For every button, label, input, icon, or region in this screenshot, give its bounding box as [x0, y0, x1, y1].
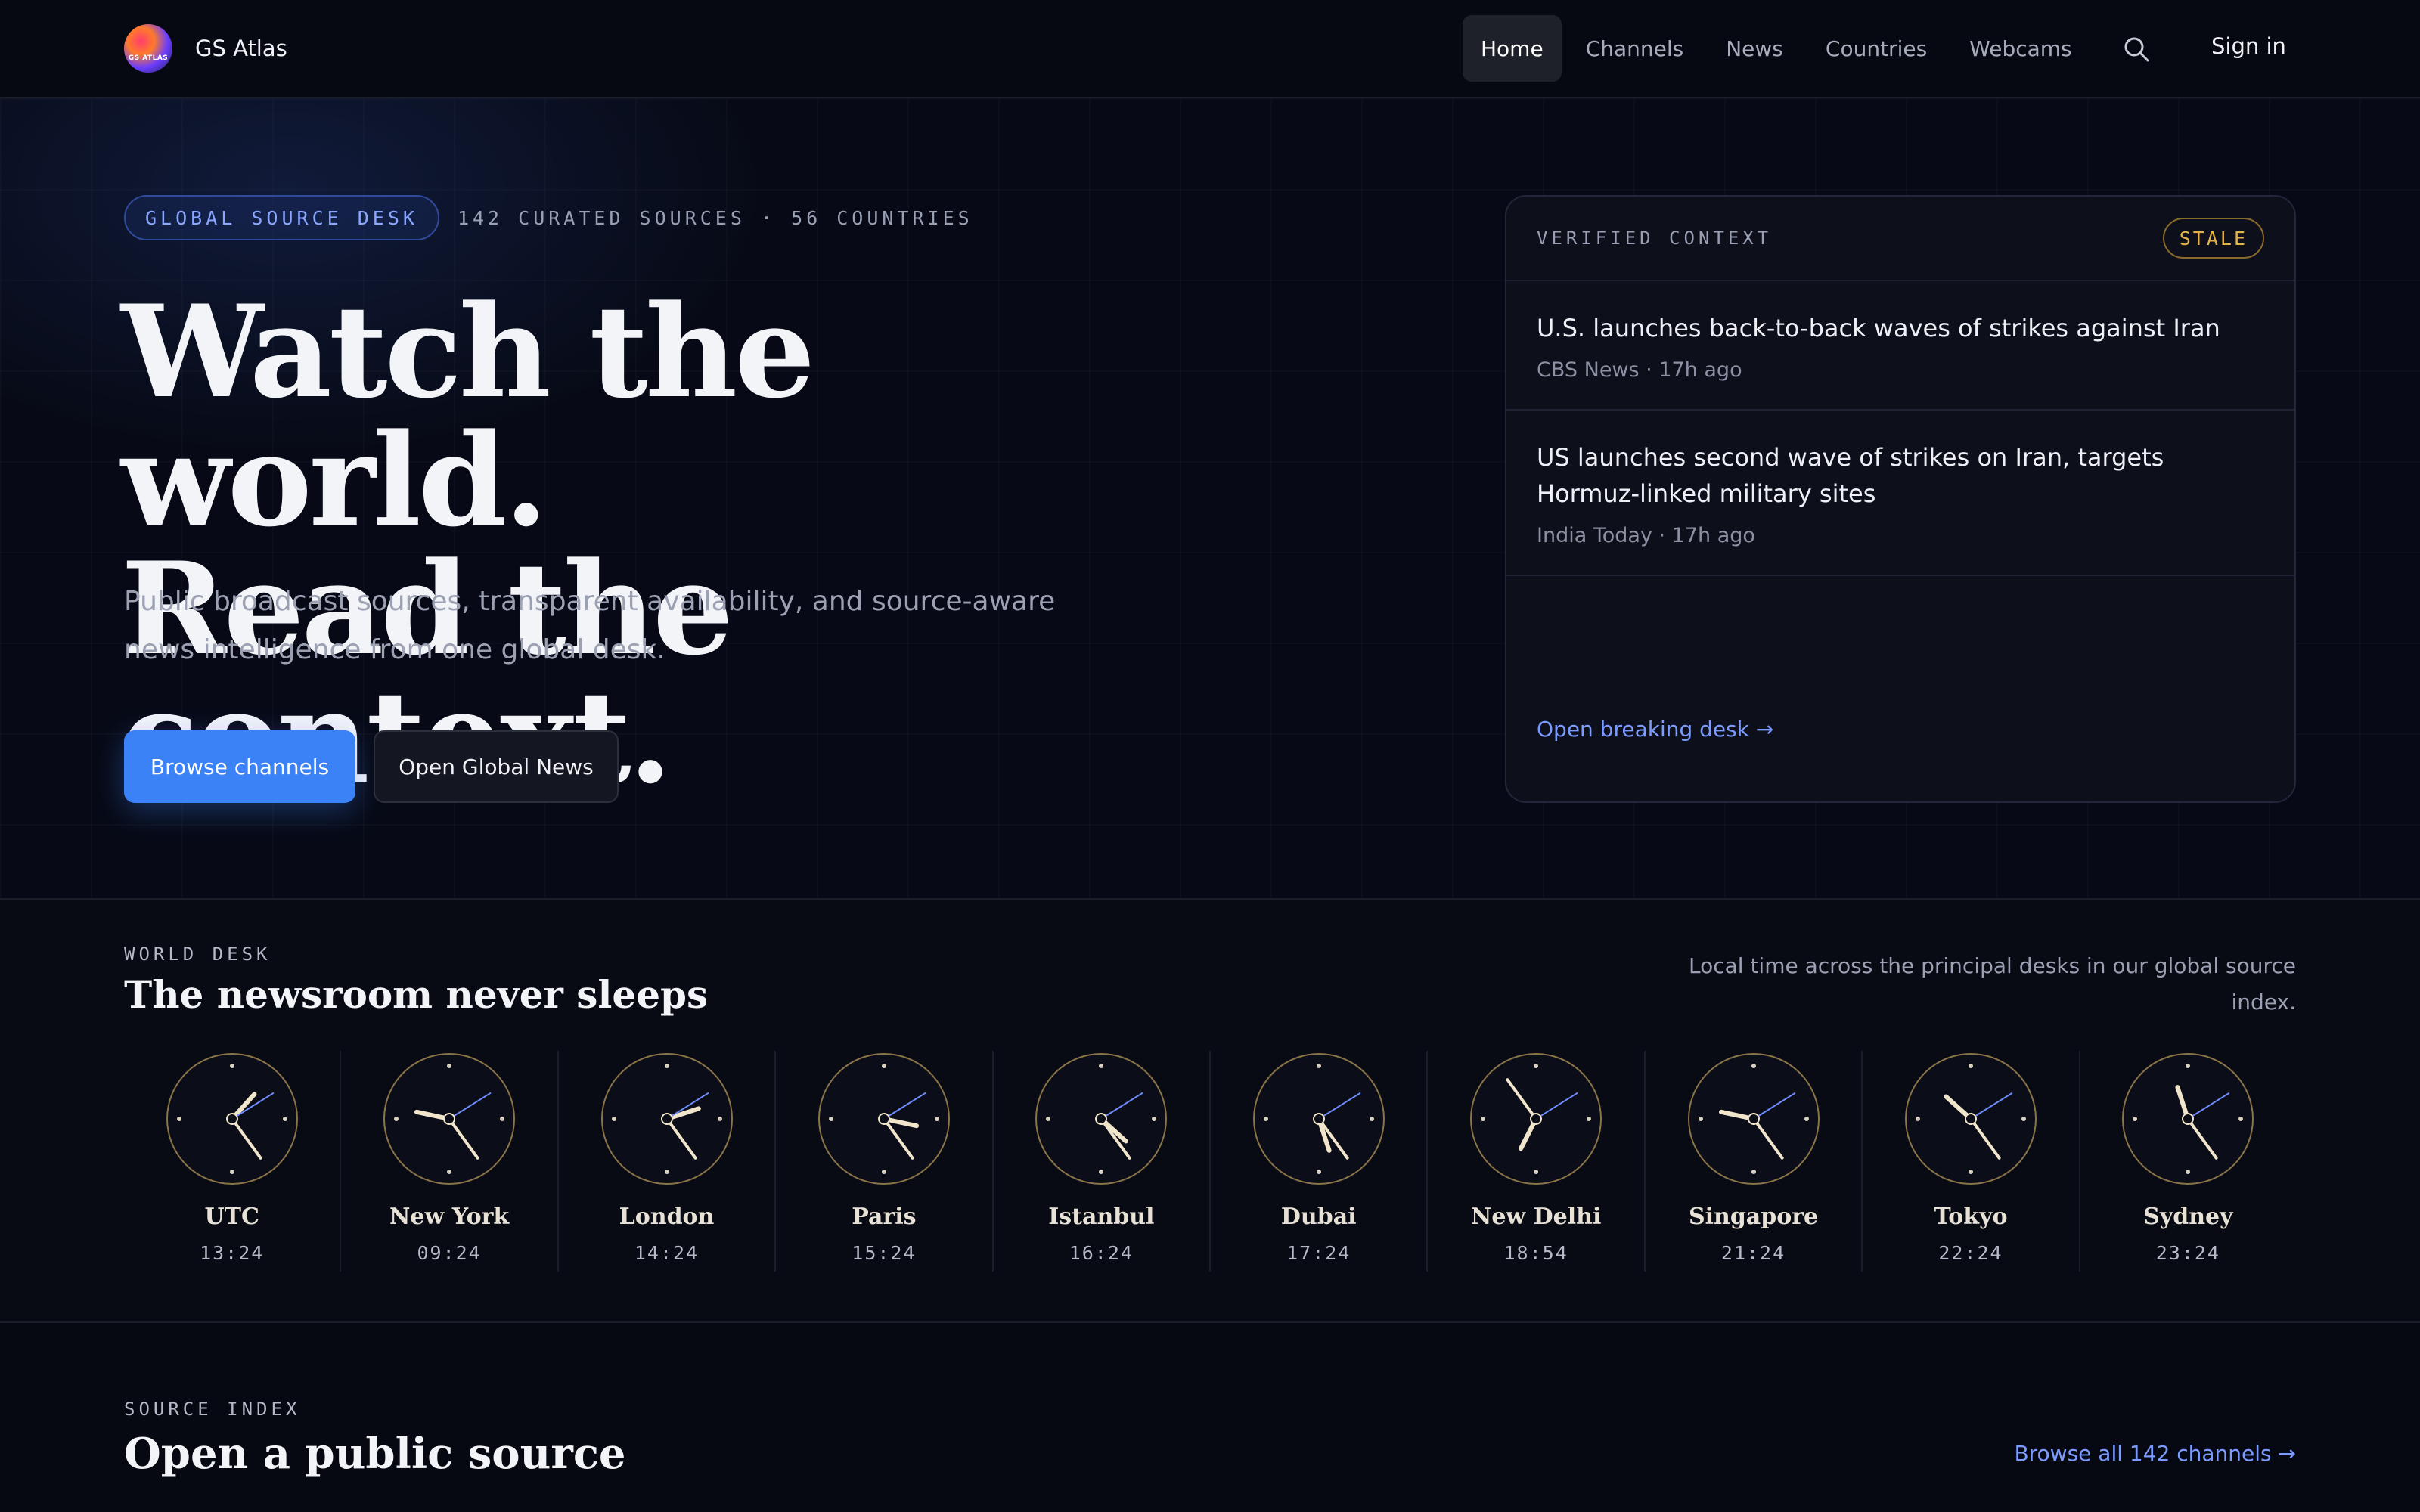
- brand-name: GS Atlas: [195, 36, 287, 61]
- world-clock: Paris 15:24: [774, 1051, 991, 1272]
- hero-subhead: Public broadcast sources, transparent av…: [124, 586, 1056, 665]
- news-item[interactable]: U.S. launches back-to-back waves of stri…: [1506, 281, 2294, 411]
- world-desk-section: WORLD DESK The newsroom never sleeps Loc…: [0, 900, 2420, 1323]
- clock-face-icon: [1687, 1053, 1820, 1185]
- clock-face-icon: [1470, 1053, 1602, 1185]
- global-source-desk-badge: GLOBAL SOURCE DESK: [124, 195, 439, 240]
- card-header: VERIFIED CONTEXT STALE: [1506, 197, 2294, 281]
- sign-in-button[interactable]: Sign in: [2211, 33, 2286, 59]
- clock-face-icon: [1252, 1053, 1385, 1185]
- card-title: VERIFIED CONTEXT: [1537, 228, 1773, 249]
- world-desk-title: The newsroom never sleeps: [124, 972, 709, 1017]
- clock-time: 09:24: [417, 1242, 482, 1264]
- world-clock: New Delhi 18:54: [1426, 1051, 1643, 1272]
- clock-city: New Delhi: [1470, 1204, 1602, 1230]
- news-title: US launches second wave of strikes on Ir…: [1537, 443, 2164, 508]
- clock-time: 23:24: [2155, 1242, 2220, 1264]
- source-index-eyebrow: SOURCE INDEX: [124, 1399, 301, 1420]
- search-icon[interactable]: [2121, 33, 2152, 65]
- clock-city: Istanbul: [1048, 1204, 1155, 1230]
- clock-face-icon: [166, 1053, 298, 1185]
- clock-time: 14:24: [634, 1242, 700, 1264]
- clock-time: 13:24: [200, 1242, 265, 1264]
- clock-row: UTC 13:24 New York 09:24 London 14:24 Paris 15:…: [124, 1051, 2296, 1272]
- hero-section: GLOBAL SOURCE DESK 142 CURATED SOURCES ·…: [0, 98, 2420, 900]
- nav-home[interactable]: Home: [1463, 15, 1562, 82]
- world-desk-eyebrow: WORLD DESK: [124, 943, 271, 965]
- globe-logo-icon: GS ATLAS: [124, 24, 172, 73]
- hero-headline: Watch the world. Read the context.: [121, 287, 1180, 801]
- clock-time: 17:24: [1286, 1242, 1351, 1264]
- source-index-section: SOURCE INDEX Open a public source Browse…: [0, 1325, 2420, 1512]
- news-meta: India Today · 17h ago: [1537, 524, 1755, 547]
- clock-face-icon: [1904, 1053, 2037, 1185]
- clock-time: 22:24: [1938, 1242, 2003, 1264]
- clock-time: 18:54: [1503, 1242, 1568, 1264]
- world-clock: London 14:24: [557, 1051, 774, 1272]
- source-count-meta: 142 CURATED SOURCES · 56 COUNTRIES: [457, 206, 973, 229]
- clock-city: London: [619, 1204, 715, 1230]
- nav-channels[interactable]: Channels: [1568, 15, 1702, 82]
- clock-face-icon: [2122, 1053, 2254, 1185]
- hero-badge-row: GLOBAL SOURCE DESK 142 CURATED SOURCES ·…: [124, 195, 973, 240]
- headline-line-1: Watch the world.: [121, 277, 815, 555]
- clock-city: New York: [389, 1204, 510, 1230]
- clock-city: Sydney: [2143, 1204, 2233, 1230]
- verified-context-card: VERIFIED CONTEXT STALE U.S. launches bac…: [1505, 195, 2296, 803]
- clock-time: 15:24: [852, 1242, 917, 1264]
- clock-city: Paris: [852, 1204, 917, 1230]
- clock-city: Dubai: [1280, 1204, 1357, 1230]
- clock-face-icon: [383, 1053, 516, 1185]
- source-index-title: Open a public source: [124, 1429, 626, 1479]
- open-global-news-button[interactable]: Open Global News: [374, 730, 619, 803]
- news-item[interactable]: US launches second wave of strikes on Ir…: [1506, 411, 2294, 576]
- news-meta: CBS News · 17h ago: [1537, 358, 1742, 382]
- world-clock: UTC 13:24: [124, 1051, 340, 1272]
- nav-countries[interactable]: Countries: [1807, 15, 1945, 82]
- stale-badge: STALE: [2162, 218, 2264, 259]
- logo-text: GS ATLAS: [128, 54, 169, 62]
- nav-news[interactable]: News: [1708, 15, 1801, 82]
- world-clock: Tokyo 22:24: [1861, 1051, 2078, 1272]
- clock-city: UTC: [204, 1204, 259, 1230]
- world-clock: New York 09:24: [340, 1051, 557, 1272]
- open-breaking-desk-link[interactable]: Open breaking desk →: [1537, 717, 1773, 742]
- nav-links: Home Channels News Countries Webcams: [1463, 15, 2090, 82]
- browse-all-channels-link[interactable]: Browse all 142 channels →: [2014, 1441, 2296, 1466]
- nav-webcams[interactable]: Webcams: [1951, 15, 2090, 82]
- clock-face-icon: [600, 1053, 733, 1185]
- clock-city: Singapore: [1688, 1204, 1819, 1230]
- clock-face-icon: [1035, 1053, 1168, 1185]
- clock-time: 16:24: [1069, 1242, 1134, 1264]
- clock-face-icon: [818, 1053, 950, 1185]
- top-nav: GS ATLAS GS Atlas Home Channels News Cou…: [0, 0, 2420, 98]
- world-clock: Istanbul 16:24: [991, 1051, 1209, 1272]
- world-clock: Dubai 17:24: [1209, 1051, 1426, 1272]
- browse-channels-button[interactable]: Browse channels: [124, 730, 355, 803]
- clock-time: 21:24: [1720, 1242, 1786, 1264]
- world-clock: Sydney 23:24: [2078, 1051, 2296, 1272]
- brand[interactable]: GS ATLAS GS Atlas: [124, 24, 287, 73]
- news-title: U.S. launches back-to-back waves of stri…: [1537, 314, 2220, 342]
- world-desk-note: Local time across the principal desks in…: [1688, 953, 2296, 1015]
- world-clock: Singapore 21:24: [1643, 1051, 1861, 1272]
- clock-city: Tokyo: [1934, 1204, 2008, 1230]
